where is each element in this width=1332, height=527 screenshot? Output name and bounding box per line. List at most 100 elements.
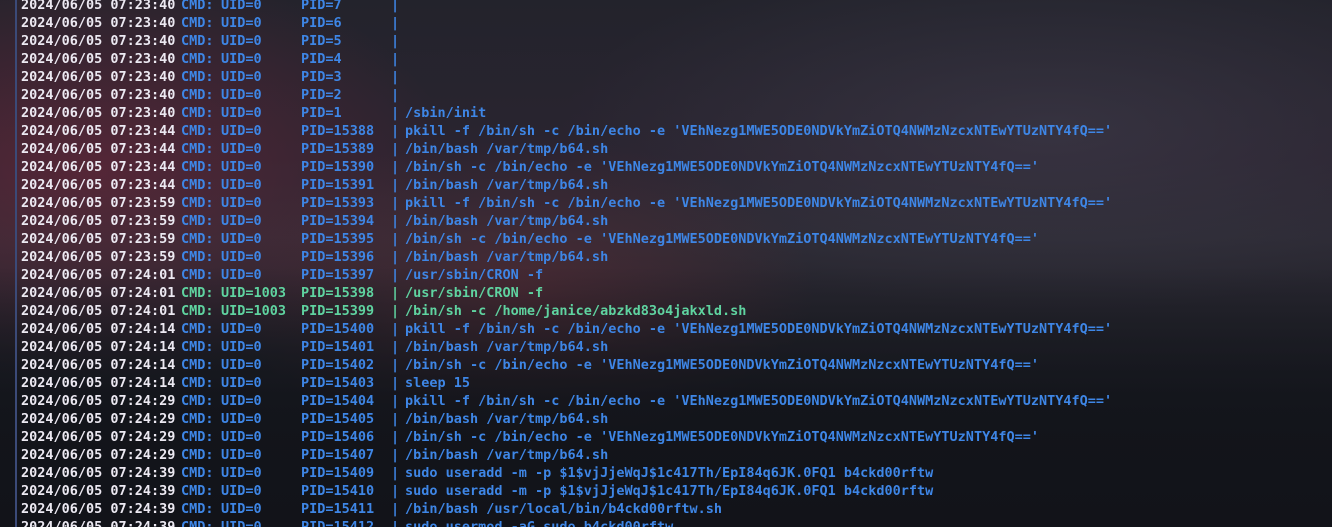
- uid-value: UID=0: [221, 0, 262, 13]
- column-separator: |: [391, 159, 400, 175]
- terminal-line: 2024/06/05 07:24:14 CMD: UID=0 PID=15400 | pk…: [17, 320, 1332, 338]
- column-separator: |: [391, 375, 400, 391]
- uid-value: UID=0: [221, 159, 262, 175]
- pid-value: PID=3: [301, 69, 342, 85]
- uid-value: UID=1003: [221, 303, 287, 319]
- command-text: pkill -f /bin/sh -c /bin/echo -e 'VEhNez…: [405, 195, 1113, 211]
- column-separator: |: [391, 321, 400, 337]
- timestamp: 2024/06/05 07:23:40: [21, 105, 176, 121]
- uid-value: UID=0: [221, 483, 262, 499]
- pid-value: PID=15391: [301, 177, 375, 193]
- terminal-line: 2024/06/05 07:24:14 CMD: UID=0 PID=15403 | sl…: [17, 374, 1332, 392]
- pid-value: PID=15400: [301, 321, 375, 337]
- column-separator: |: [391, 195, 400, 211]
- column-separator: |: [391, 303, 400, 319]
- cmd-label: CMD:: [181, 357, 214, 373]
- cmd-label: CMD:: [181, 447, 214, 463]
- pid-value: PID=15395: [301, 231, 375, 247]
- command-text: sudo usermod -aG sudo b4ckd00rftw: [405, 519, 674, 527]
- terminal-line: 2024/06/05 07:23:44 CMD: UID=0 PID=15389 | /b…: [17, 140, 1332, 158]
- uid-value: UID=0: [221, 231, 262, 247]
- pid-value: PID=7: [301, 0, 342, 13]
- cmd-label: CMD:: [181, 69, 214, 85]
- column-separator: |: [391, 429, 400, 445]
- column-separator: |: [391, 33, 400, 49]
- command-text: /bin/bash /var/tmp/b64.sh: [405, 447, 609, 463]
- cmd-label: CMD:: [181, 249, 214, 265]
- cmd-label: CMD:: [181, 339, 214, 355]
- terminal-line: 2024/06/05 07:23:44 CMD: UID=0 PID=15388 | pk…: [17, 122, 1332, 140]
- terminal-output[interactable]: 2024/06/05 07:23:40 CMD: UID=0 PID=7 | 2024/0…: [15, 0, 1332, 527]
- terminal-line: 2024/06/05 07:24:39 CMD: UID=0 PID=15409 | su…: [17, 464, 1332, 482]
- pid-value: PID=4: [301, 51, 342, 67]
- pid-value: PID=15409: [301, 465, 375, 481]
- column-separator: |: [391, 15, 400, 31]
- timestamp: 2024/06/05 07:24:39: [21, 501, 176, 517]
- pid-value: PID=6: [301, 15, 342, 31]
- uid-value: UID=0: [221, 357, 262, 373]
- command-text: sudo useradd -m -p $1$vjJjeWqJ$1c417Th/E…: [405, 483, 934, 499]
- column-separator: |: [391, 411, 400, 427]
- timestamp: 2024/06/05 07:24:14: [21, 357, 176, 373]
- timestamp: 2024/06/05 07:23:44: [21, 177, 176, 193]
- pid-value: PID=15393: [301, 195, 375, 211]
- cmd-label: CMD:: [181, 501, 214, 517]
- timestamp: 2024/06/05 07:23:40: [21, 33, 176, 49]
- uid-value: UID=0: [221, 411, 262, 427]
- uid-value: UID=0: [221, 429, 262, 445]
- column-separator: |: [391, 285, 400, 301]
- timestamp: 2024/06/05 07:24:14: [21, 339, 176, 355]
- cmd-label: CMD:: [181, 519, 214, 527]
- command-text: /bin/bash /var/tmp/b64.sh: [405, 177, 609, 193]
- command-text: /bin/sh -c /bin/echo -e 'VEhNezg1MWE5ODE…: [405, 159, 1039, 175]
- pid-value: PID=15396: [301, 249, 375, 265]
- cmd-label: CMD:: [181, 195, 214, 211]
- command-text: /bin/sh -c /home/janice/abzkd83o4jakxld.…: [405, 303, 747, 319]
- timestamp: 2024/06/05 07:24:14: [21, 321, 176, 337]
- cmd-label: CMD:: [181, 141, 214, 157]
- column-separator: |: [391, 465, 400, 481]
- timestamp: 2024/06/05 07:23:40: [21, 51, 176, 67]
- terminal-line: 2024/06/05 07:23:40 CMD: UID=0 PID=4 |: [17, 50, 1332, 68]
- timestamp: 2024/06/05 07:24:39: [21, 465, 176, 481]
- terminal-line: 2024/06/05 07:24:14 CMD: UID=0 PID=15402 | /b…: [17, 356, 1332, 374]
- timestamp: 2024/06/05 07:23:44: [21, 141, 176, 157]
- pid-value: PID=15389: [301, 141, 375, 157]
- timestamp: 2024/06/05 07:23:40: [21, 15, 176, 31]
- uid-value: UID=0: [221, 87, 262, 103]
- terminal-line: 2024/06/05 07:23:40 CMD: UID=0 PID=2 |: [17, 86, 1332, 104]
- cmd-label: CMD:: [181, 0, 214, 13]
- uid-value: UID=0: [221, 15, 262, 31]
- column-separator: |: [391, 501, 400, 517]
- column-separator: |: [391, 69, 400, 85]
- command-text: /usr/sbin/CRON -f: [405, 267, 544, 283]
- timestamp: 2024/06/05 07:24:14: [21, 375, 176, 391]
- pid-value: PID=15401: [301, 339, 375, 355]
- terminal-line: 2024/06/05 07:23:59 CMD: UID=0 PID=15394 | /b…: [17, 212, 1332, 230]
- terminal-line: 2024/06/05 07:23:59 CMD: UID=0 PID=15393 | pk…: [17, 194, 1332, 212]
- uid-value: UID=0: [221, 393, 262, 409]
- pid-value: PID=15403: [301, 375, 375, 391]
- timestamp: 2024/06/05 07:24:39: [21, 483, 176, 499]
- terminal-line: 2024/06/05 07:24:01 CMD: UID=1003 PID=15398…: [17, 284, 1332, 302]
- pid-value: PID=15399: [301, 303, 375, 319]
- timestamp: 2024/06/05 07:23:59: [21, 249, 176, 265]
- terminal-line: 2024/06/05 07:23:40 CMD: UID=0 PID=3 |: [17, 68, 1332, 86]
- column-separator: |: [391, 267, 400, 283]
- terminal-line: 2024/06/05 07:23:44 CMD: UID=0 PID=15390 | /b…: [17, 158, 1332, 176]
- pid-value: PID=15390: [301, 159, 375, 175]
- pid-value: PID=15406: [301, 429, 375, 445]
- terminal-line: 2024/06/05 07:24:01 CMD: UID=1003 PID=15399…: [17, 302, 1332, 320]
- cmd-label: CMD:: [181, 87, 214, 103]
- uid-value: UID=0: [221, 339, 262, 355]
- pid-value: PID=15411: [301, 501, 375, 517]
- terminal-line: 2024/06/05 07:23:44 CMD: UID=0 PID=15391 | /b…: [17, 176, 1332, 194]
- terminal-line: 2024/06/05 07:23:40 CMD: UID=0 PID=5 |: [17, 32, 1332, 50]
- uid-value: UID=0: [221, 321, 262, 337]
- terminal-line: 2024/06/05 07:24:39 CMD: UID=0 PID=15410 | su…: [17, 482, 1332, 500]
- cmd-label: CMD:: [181, 483, 214, 499]
- terminal-line: 2024/06/05 07:24:29 CMD: UID=0 PID=15406 | /b…: [17, 428, 1332, 446]
- command-text: pkill -f /bin/sh -c /bin/echo -e 'VEhNez…: [405, 393, 1113, 409]
- uid-value: UID=0: [221, 249, 262, 265]
- column-separator: |: [391, 87, 400, 103]
